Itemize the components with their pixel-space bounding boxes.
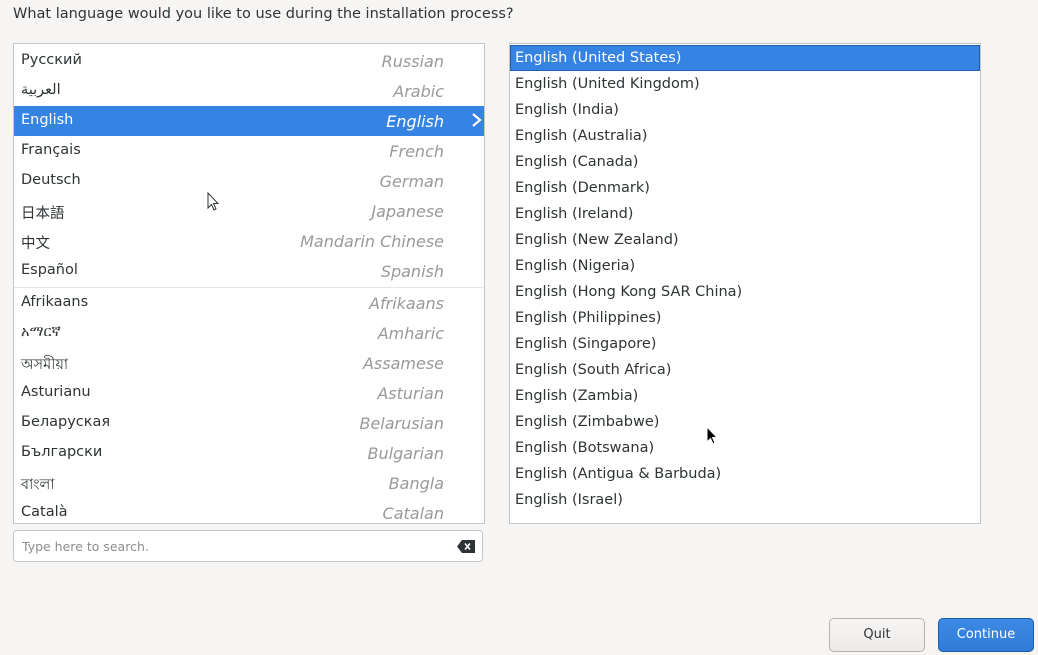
language-row[interactable]: Español Spanish: [14, 256, 484, 286]
language-row[interactable]: العربية Arabic: [14, 76, 484, 106]
language-row[interactable]: English English: [14, 106, 484, 136]
language-native-name: Español: [21, 262, 78, 278]
language-row[interactable]: Català Catalan: [14, 498, 484, 523]
search-field[interactable]: Type here to search.: [13, 530, 483, 562]
language-native-name: English: [21, 112, 74, 128]
language-native-name: Български: [21, 444, 103, 460]
language-row[interactable]: Беларуская Belarusian: [14, 408, 484, 438]
language-native-name: Русский: [21, 52, 82, 68]
quit-button[interactable]: Quit: [829, 618, 925, 652]
locale-row[interactable]: English (Philippines): [510, 305, 980, 331]
locale-list[interactable]: English (United States) English (United K…: [509, 43, 981, 524]
language-english-name: Assamese: [362, 354, 444, 373]
language-english-name: Catalan: [382, 504, 444, 523]
language-english-name: French: [389, 142, 444, 161]
language-native-name: Deutsch: [21, 172, 81, 188]
locale-row[interactable]: English (Hong Kong SAR China): [510, 279, 980, 305]
language-row[interactable]: አማርኛ Amharic: [14, 318, 484, 348]
locale-row[interactable]: English (Zambia): [510, 383, 980, 409]
locale-row[interactable]: English (United States): [510, 45, 980, 71]
language-native-name: العربية: [21, 82, 61, 98]
language-row[interactable]: Asturianu Asturian: [14, 378, 484, 408]
language-row[interactable]: Français French: [14, 136, 484, 166]
locale-row[interactable]: English (Canada): [510, 149, 980, 175]
language-row[interactable]: Deutsch German: [14, 166, 484, 196]
language-row[interactable]: 日本語 Japanese: [14, 196, 484, 226]
locale-row[interactable]: English (Singapore): [510, 331, 980, 357]
locale-row[interactable]: English (South Africa): [510, 357, 980, 383]
language-english-name: Afrikaans: [369, 294, 444, 313]
common-languages-separator: [14, 287, 484, 288]
language-row[interactable]: 中文 Mandarin Chinese: [14, 226, 484, 256]
language-english-name: Japanese: [371, 202, 444, 221]
locale-row[interactable]: English (Denmark): [510, 175, 980, 201]
language-row[interactable]: অসমীয়া Assamese: [14, 348, 484, 378]
language-english-name: Arabic: [393, 82, 444, 101]
language-native-name: Afrikaans: [21, 294, 89, 310]
locale-row[interactable]: English (Israel): [510, 487, 980, 513]
language-english-name: Mandarin Chinese: [300, 232, 444, 251]
language-native-name: Asturianu: [21, 384, 91, 400]
locale-row[interactable]: English (Botswana): [510, 435, 980, 461]
mouse-pointer-icon: [706, 426, 719, 445]
language-english-name: Bangla: [388, 474, 444, 493]
locale-row[interactable]: English (Nigeria): [510, 253, 980, 279]
language-native-name: አማርኛ: [21, 324, 61, 340]
language-list[interactable]: Русский Russian العربية Arabic English Englis…: [13, 43, 485, 524]
language-row[interactable]: Русский Russian: [14, 46, 484, 76]
continue-button[interactable]: Continue: [938, 618, 1034, 652]
language-native-name: বাংলা: [21, 477, 55, 493]
language-native-name: Français: [21, 142, 81, 158]
mouse-pointer-icon: [207, 192, 220, 211]
language-row[interactable]: Afrikaans Afrikaans: [14, 288, 484, 318]
clear-search-icon[interactable]: [457, 540, 475, 553]
language-english-name: Russian: [381, 52, 444, 71]
locale-row[interactable]: English (United Kingdom): [510, 71, 980, 97]
locale-row[interactable]: English (Australia): [510, 123, 980, 149]
language-english-name: Asturian: [377, 384, 444, 403]
locale-row[interactable]: English (Antigua & Barbuda): [510, 461, 980, 487]
language-native-name: Беларуская: [21, 414, 111, 430]
language-native-name: 日本語: [21, 206, 65, 222]
chevron-right-icon: [472, 113, 482, 127]
language-english-name: Bulgarian: [367, 444, 445, 463]
language-english-name: Belarusian: [359, 414, 444, 433]
language-native-name: অসমীয়া: [21, 357, 69, 373]
locale-row[interactable]: English (Ireland): [510, 201, 980, 227]
language-english-name: German: [379, 172, 444, 191]
language-row[interactable]: Български Bulgarian: [14, 438, 484, 468]
language-row[interactable]: বাংলা Bangla: [14, 468, 484, 498]
search-placeholder: Type here to search.: [22, 539, 149, 554]
language-native-name: Català: [21, 504, 68, 520]
language-english-name: Amharic: [377, 324, 444, 343]
language-native-name: 中文: [21, 236, 50, 252]
language-prompt: What language would you like to use duri…: [13, 6, 514, 22]
locale-row[interactable]: English (Zimbabwe): [510, 409, 980, 435]
locale-row[interactable]: English (India): [510, 97, 980, 123]
locale-row[interactable]: English (New Zealand): [510, 227, 980, 253]
language-english-name: English: [386, 112, 444, 131]
language-english-name: Spanish: [380, 262, 444, 281]
